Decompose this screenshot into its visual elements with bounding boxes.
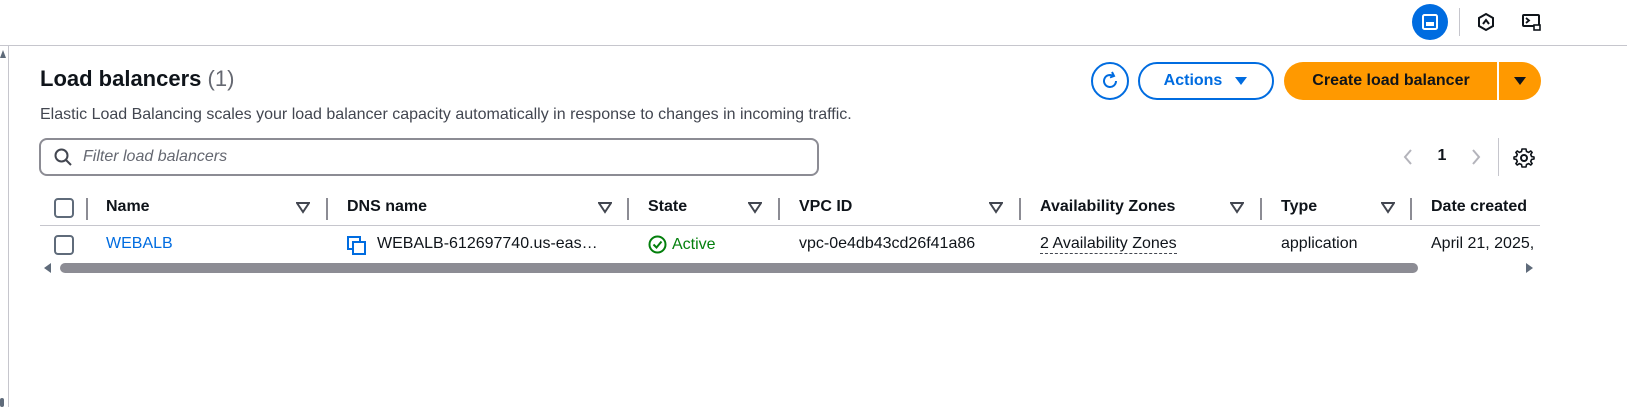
previous-page-button[interactable] [1398, 146, 1418, 168]
copy-icon[interactable] [347, 236, 367, 256]
hexagon-icon[interactable] [1468, 4, 1504, 40]
actions-button[interactable]: Actions [1138, 62, 1274, 100]
table-row[interactable]: WEBALB WEBALB-612697740.us-eas… Active v… [40, 227, 1540, 260]
column-header-date-created[interactable]: Date created [1431, 198, 1527, 216]
column-divider [86, 198, 88, 220]
column-header-vpc-id[interactable]: VPC ID [799, 198, 852, 216]
select-all-checkbox[interactable] [54, 198, 74, 218]
item-count: (1) [207, 66, 235, 91]
page-title: Load balancers (1) [40, 66, 234, 92]
scrollbar-thumb[interactable] [60, 263, 1418, 273]
column-divider[interactable] [326, 198, 328, 220]
filter-input[interactable] [83, 148, 763, 166]
page-number[interactable]: 1 [1432, 147, 1452, 165]
column-divider[interactable] [627, 198, 629, 220]
gear-icon [1513, 148, 1535, 168]
create-options-dropdown[interactable] [1499, 62, 1541, 100]
refresh-button[interactable] [1091, 62, 1129, 100]
page-description: Elastic Load Balancing scales your load … [40, 106, 852, 123]
top-toolbar [0, 0, 1627, 46]
vpc-id-cell: vpc-0e4db43cd26f41a86 [799, 235, 976, 252]
row-select-checkbox[interactable] [54, 235, 74, 255]
caret-down-icon [1514, 77, 1526, 85]
screen-terminal-icon[interactable] [1513, 4, 1549, 40]
create-load-balancer-button[interactable]: Create load balancer [1284, 62, 1498, 100]
table-header-row: Name DNS name State VPC ID Availability … [40, 190, 1540, 226]
sort-icon[interactable] [598, 202, 612, 214]
chevron-left-icon [1403, 149, 1412, 165]
column-header-dns-name[interactable]: DNS name [347, 198, 427, 216]
column-header-type[interactable]: Type [1281, 198, 1317, 216]
page-title-text: Load balancers [40, 66, 202, 91]
filter-box[interactable] [39, 138, 819, 176]
state-text: Active [672, 235, 716, 253]
column-divider[interactable] [778, 198, 780, 220]
pagination-divider [1498, 138, 1499, 176]
availability-zones-popover-trigger[interactable]: 2 Availability Zones [1040, 235, 1177, 254]
column-header-state[interactable]: State [648, 198, 687, 216]
resize-handle[interactable] [0, 398, 4, 407]
sort-icon[interactable] [1381, 202, 1395, 214]
left-panel-border [8, 46, 9, 407]
sort-icon[interactable] [989, 202, 1003, 214]
column-header-availability-zones[interactable]: Availability Zones [1040, 198, 1175, 216]
sort-icon[interactable] [296, 202, 310, 214]
column-divider[interactable] [1410, 198, 1412, 220]
type-cell: application [1281, 235, 1358, 252]
state-cell: Active [648, 235, 716, 254]
date-created-cell: April 21, 2025, [1431, 235, 1535, 252]
next-page-button[interactable] [1466, 146, 1486, 168]
preferences-button[interactable] [1511, 145, 1537, 171]
sort-icon[interactable] [1230, 202, 1244, 214]
actions-label: Actions [1163, 72, 1223, 89]
caret-down-icon [1235, 77, 1248, 85]
sort-icon[interactable] [748, 202, 762, 214]
scroll-left-arrow-icon[interactable] [44, 263, 51, 273]
chevron-right-icon [1472, 149, 1481, 165]
collapse-caret-icon[interactable] [0, 50, 6, 58]
refresh-icon [1103, 71, 1117, 88]
create-label: Create load balancer [1312, 72, 1470, 89]
column-divider[interactable] [1019, 198, 1021, 220]
column-divider[interactable] [1260, 198, 1262, 220]
column-header-name[interactable]: Name [106, 198, 150, 216]
search-icon [54, 148, 72, 166]
load-balancer-name-link[interactable]: WEBALB [106, 235, 173, 253]
load-balancers-table: Name DNS name State VPC ID Availability … [40, 190, 1540, 260]
horizontal-scrollbar[interactable] [40, 261, 1540, 275]
dns-name-cell: WEBALB-612697740.us-eas… [377, 235, 598, 252]
scroll-right-arrow-icon[interactable] [1526, 263, 1533, 273]
check-circle-icon [648, 235, 667, 254]
panel-icon[interactable] [1412, 4, 1448, 40]
toolbar-divider [1459, 8, 1460, 36]
